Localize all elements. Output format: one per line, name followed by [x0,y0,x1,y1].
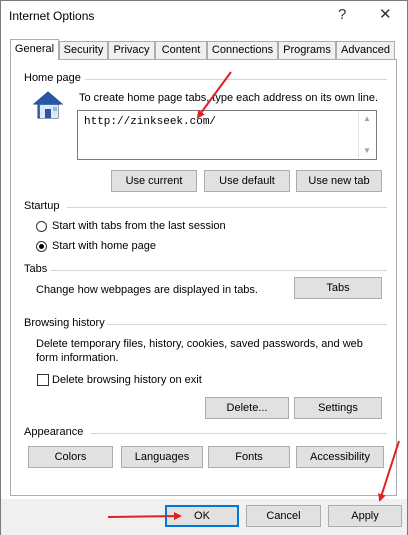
close-button[interactable]: ✕ [379,6,392,24]
home-page-description: To create home page tabs, type each addr… [79,92,379,104]
languages-button[interactable]: Languages [121,446,203,468]
option-home-page-label[interactable]: Start with home page [52,240,156,252]
option-last-session-label[interactable]: Start with tabs from the last session [52,220,226,232]
tab-privacy[interactable]: Privacy [108,41,155,59]
home-page-address-value: http://zinkseek.com/ [84,116,217,128]
tab-security[interactable]: Security [59,41,108,59]
tabs-description: Change how webpages are displayed in tab… [36,284,258,296]
home-page-group-title: Home page [24,72,81,84]
use-current-button[interactable]: Use current [111,170,197,192]
ok-button[interactable]: OK [165,505,239,527]
tab-connections[interactable]: Connections [207,41,278,59]
delete-on-exit-label[interactable]: Delete browsing history on exit [52,374,202,386]
appearance-group-title: Appearance [24,426,84,438]
use-default-button[interactable]: Use default [204,170,290,192]
home-page-divider [85,79,387,80]
radio-last-session[interactable] [36,221,47,232]
browsing-history-divider [107,324,387,325]
appearance-divider [91,433,387,434]
house-icon [32,90,64,123]
tabs-group-title: Tabs [24,263,48,275]
address-scrollbar[interactable]: ▲ ▼ [358,111,376,159]
apply-button[interactable]: Apply [328,505,402,527]
history-settings-button[interactable]: Settings [294,397,382,419]
tab-advanced[interactable]: Advanced [336,41,395,59]
tabs-divider [51,270,387,271]
browsing-history-group-title: Browsing history [24,317,105,329]
home-page-address-field[interactable]: http://zinkseek.com/ ▲ ▼ [77,110,377,160]
accessibility-button[interactable]: Accessibility [296,446,384,468]
tabs-settings-button[interactable]: Tabs [294,277,382,299]
general-tab-panel: Home page To create home page tabs, type… [10,59,397,496]
cancel-button[interactable]: Cancel [246,505,321,527]
scroll-down-icon[interactable]: ▼ [363,146,371,155]
fonts-button[interactable]: Fonts [208,446,290,468]
radio-home-page[interactable] [36,241,47,252]
tab-general[interactable]: General [10,39,59,60]
tab-content[interactable]: Content [155,41,207,59]
delete-on-exit-checkbox[interactable] [37,374,49,386]
use-new-tab-button[interactable]: Use new tab [296,170,382,192]
scroll-up-icon[interactable]: ▲ [363,114,371,123]
tab-programs[interactable]: Programs [278,41,336,59]
delete-history-button[interactable]: Delete... [205,397,289,419]
dialog-footer: OK Cancel Apply [1,499,407,535]
help-button[interactable]: ? [338,6,346,24]
startup-divider [67,207,387,208]
window-title: Internet Options [9,9,95,23]
startup-group-title: Startup [24,200,60,212]
colors-button[interactable]: Colors [28,446,113,468]
title-bar[interactable]: Internet Options ? ✕ [1,1,407,31]
browsing-history-description: Delete temporary files, history, cookies… [36,338,363,364]
internet-options-window: Internet Options ? ✕ General Security Pr… [0,0,408,535]
